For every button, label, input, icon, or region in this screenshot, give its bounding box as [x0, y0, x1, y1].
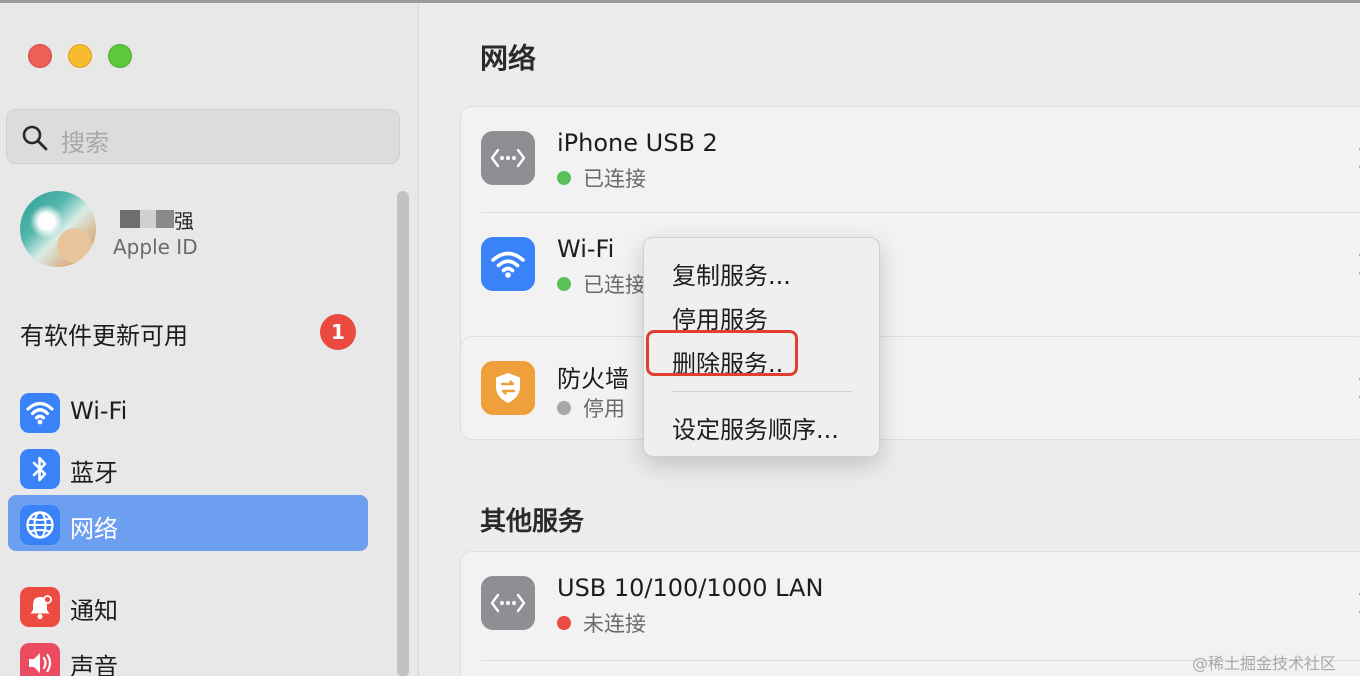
service-row-wifi[interactable]: Wi-Fi 已连接 — [461, 213, 1360, 317]
zoom-window-button[interactable] — [108, 44, 132, 68]
service-name: 防火墙 — [557, 365, 629, 393]
search-field[interactable]: 搜索 — [6, 109, 400, 164]
page-title: 网络 — [480, 42, 537, 75]
service-status: 已连接 — [557, 163, 646, 193]
wifi-icon — [20, 393, 60, 433]
menu-separator — [672, 391, 852, 392]
sidebar-scrollbar[interactable] — [397, 191, 409, 676]
sidebar-item-label: 网络 — [70, 515, 118, 543]
service-row-iphone-usb[interactable]: iPhone USB 2 已连接 — [461, 107, 1360, 211]
status-dot-red — [557, 616, 571, 630]
close-window-button[interactable] — [28, 44, 52, 68]
sidebar-item-wifi[interactable]: Wi-Fi — [8, 383, 368, 439]
status-text: 未连接 — [583, 612, 646, 636]
service-status: 停用 — [557, 393, 625, 423]
status-text: 已连接 — [583, 273, 646, 297]
update-count-badge: 1 — [320, 314, 356, 350]
search-placeholder: 搜索 — [61, 129, 109, 157]
sidebar-item-label: Wi-Fi — [70, 397, 128, 425]
menu-item-duplicate-service[interactable]: 复制服务... — [672, 256, 791, 291]
service-status: 已连接 — [557, 269, 646, 299]
service-name: Wi-Fi — [557, 235, 615, 263]
ethernet-icon — [481, 131, 535, 185]
status-text: 已连接 — [583, 167, 646, 191]
sidebar-item-label: 蓝牙 — [70, 459, 118, 487]
sidebar-item-network[interactable]: 网络 — [8, 495, 368, 551]
minimize-window-button[interactable] — [68, 44, 92, 68]
service-row-firewall[interactable]: 防火墙 停用 — [461, 337, 1360, 441]
ethernet-icon — [481, 576, 535, 630]
sidebar-item-sound[interactable]: 声音 — [8, 633, 368, 676]
status-text: 停用 — [583, 397, 625, 421]
service-row-usb-lan[interactable]: USB 10/100/1000 LAN 未连接 — [461, 552, 1360, 656]
user-name[interactable]: 强 — [174, 205, 194, 234]
sidebar-item-label: 声音 — [70, 653, 118, 676]
search-icon — [22, 125, 48, 151]
wifi-icon — [481, 237, 535, 291]
apple-id-label[interactable]: Apple ID — [113, 235, 198, 259]
sidebar: 搜索 强 Apple ID 有软件更新可用 1 Wi-Fi 蓝牙 网络 通知 声… — [0, 3, 419, 676]
status-dot-green — [557, 277, 571, 291]
sidebar-item-label: 通知 — [70, 597, 118, 625]
sidebar-item-bluetooth[interactable]: 蓝牙 — [8, 439, 368, 495]
globe-icon — [20, 505, 60, 545]
annotation-highlight-box — [646, 330, 798, 376]
section-title-other-services: 其他服务 — [480, 507, 585, 537]
software-update-label[interactable]: 有软件更新可用 — [20, 316, 188, 351]
menu-item-set-service-order[interactable]: 设定服务顺序... — [672, 410, 839, 445]
sidebar-item-notifications[interactable]: 通知 — [8, 577, 368, 633]
status-dot-gray — [557, 401, 571, 415]
main-pane: 网络 iPhone USB 2 已连接 Wi-Fi 已连接 防火墙 停用 其他服… — [420, 3, 1360, 676]
firewall-card: 防火墙 停用 — [460, 336, 1360, 440]
bluetooth-icon — [20, 449, 60, 489]
service-status: 未连接 — [557, 608, 646, 638]
watermark: @稀土掘金技术社区 — [1192, 654, 1337, 673]
firewall-icon — [481, 361, 535, 415]
service-name: iPhone USB 2 — [557, 129, 718, 157]
avatar[interactable] — [20, 191, 96, 267]
bell-icon — [20, 587, 60, 627]
speaker-icon — [20, 643, 60, 676]
service-name: USB 10/100/1000 LAN — [557, 574, 824, 602]
status-dot-green — [557, 171, 571, 185]
redacted-name — [120, 209, 174, 229]
